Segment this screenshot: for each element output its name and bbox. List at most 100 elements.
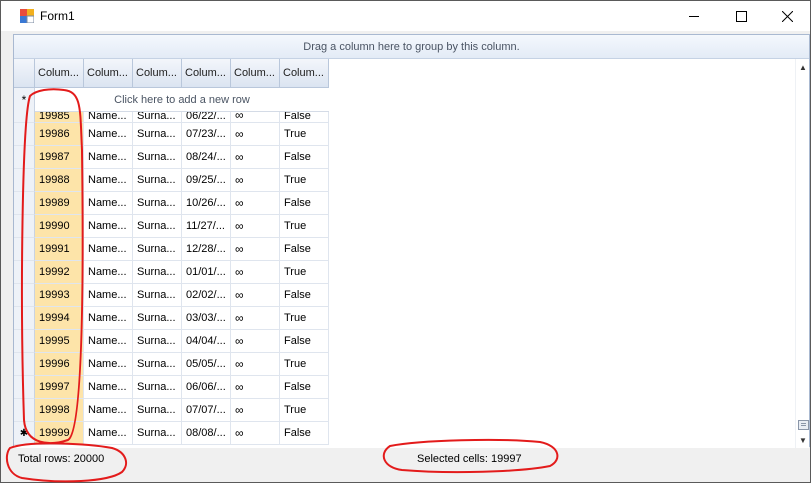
table-cell[interactable]: Name... [84, 215, 133, 238]
table-cell[interactable]: ∞ [231, 192, 280, 215]
table-cell[interactable]: 02/02/... [182, 284, 231, 307]
row-indicator[interactable] [14, 261, 35, 284]
table-cell[interactable]: 03/03/... [182, 307, 231, 330]
table-cell[interactable]: Surna... [133, 238, 182, 261]
table-cell[interactable]: False [280, 146, 329, 169]
table-row[interactable]: 19998 Name... Surna... 07/07/... ∞ True [14, 399, 329, 422]
table-cell[interactable]: Name... [84, 261, 133, 284]
row-indicator[interactable] [14, 146, 35, 169]
table-cell[interactable]: False [280, 192, 329, 215]
table-cell[interactable]: Surna... [133, 422, 182, 445]
scroll-down-arrow-icon[interactable]: ▼ [796, 432, 810, 448]
row-indicator[interactable] [14, 192, 35, 215]
table-cell[interactable]: 19995 [35, 330, 84, 353]
table-cell[interactable]: 12/28/... [182, 238, 231, 261]
table-cell[interactable]: ∞ [231, 261, 280, 284]
row-indicator[interactable] [14, 330, 35, 353]
table-cell[interactable]: Surna... [133, 330, 182, 353]
table-cell[interactable]: ∞ [231, 376, 280, 399]
table-cell[interactable]: False [280, 284, 329, 307]
column-header[interactable]: Colum... [231, 59, 280, 88]
row-indicator[interactable] [14, 353, 35, 376]
table-cell[interactable]: True [280, 307, 329, 330]
table-cell[interactable]: True [280, 261, 329, 284]
table-cell[interactable]: Name... [84, 330, 133, 353]
table-cell[interactable]: Surna... [133, 146, 182, 169]
row-indicator[interactable] [14, 238, 35, 261]
table-cell[interactable]: 07/23/... [182, 123, 231, 146]
table-cell[interactable]: 19987 [35, 146, 84, 169]
table-cell[interactable]: Name... [84, 399, 133, 422]
table-row[interactable]: 19986 Name... Surna... 07/23/... ∞ True [14, 123, 329, 146]
table-cell[interactable]: 19989 [35, 192, 84, 215]
table-cell[interactable]: Name... [84, 169, 133, 192]
row-indicator[interactable] [14, 123, 35, 146]
table-cell[interactable]: False [280, 112, 329, 123]
table-row[interactable]: 19992 Name... Surna... 01/01/... ∞ True [14, 261, 329, 284]
table-cell[interactable]: True [280, 123, 329, 146]
table-cell[interactable]: 08/24/... [182, 146, 231, 169]
table-cell[interactable]: Surna... [133, 215, 182, 238]
table-cell[interactable]: Name... [84, 146, 133, 169]
table-cell[interactable]: Surna... [133, 261, 182, 284]
column-header[interactable]: Colum... [133, 59, 182, 88]
table-row[interactable]: 19985 Name... Surna... 06/22/... ∞ False [14, 112, 329, 123]
table-cell[interactable]: 19991 [35, 238, 84, 261]
table-cell[interactable]: 19988 [35, 169, 84, 192]
table-cell[interactable]: Name... [84, 123, 133, 146]
table-cell[interactable]: ∞ [231, 422, 280, 445]
table-cell[interactable]: Surna... [133, 192, 182, 215]
table-row[interactable]: 19989 Name... Surna... 10/26/... ∞ False [14, 192, 329, 215]
table-cell[interactable]: 19990 [35, 215, 84, 238]
new-row[interactable]: * Click here to add a new row [14, 88, 329, 112]
new-row-prompt[interactable]: Click here to add a new row [35, 88, 329, 111]
table-row[interactable]: 19990 Name... Surna... 11/27/... ∞ True [14, 215, 329, 238]
header-corner[interactable] [14, 59, 35, 88]
row-indicator[interactable] [14, 112, 35, 123]
table-row[interactable]: 19988 Name... Surna... 09/25/... ∞ True [14, 169, 329, 192]
table-cell[interactable]: ∞ [231, 307, 280, 330]
table-cell[interactable]: Surna... [133, 399, 182, 422]
close-button[interactable] [764, 1, 810, 31]
table-row[interactable]: 19995 Name... Surna... 04/04/... ∞ False [14, 330, 329, 353]
table-cell[interactable]: 19998 [35, 399, 84, 422]
table-cell[interactable]: Surna... [133, 353, 182, 376]
table-row[interactable]: 19996 Name... Surna... 05/05/... ∞ True [14, 353, 329, 376]
table-row[interactable]: 19997 Name... Surna... 06/06/... ∞ False [14, 376, 329, 399]
table-row[interactable]: ✱ 19999 Name... Surna... 08/08/... ∞ False [14, 422, 329, 445]
column-header[interactable]: Colum... [35, 59, 84, 88]
table-cell[interactable]: 07/07/... [182, 399, 231, 422]
table-cell[interactable]: 19993 [35, 284, 84, 307]
table-cell[interactable]: False [280, 376, 329, 399]
table-cell[interactable]: Surna... [133, 284, 182, 307]
table-cell[interactable]: Name... [84, 353, 133, 376]
table-cell[interactable]: 05/05/... [182, 353, 231, 376]
table-cell[interactable]: 19992 [35, 261, 84, 284]
table-cell[interactable]: Surna... [133, 123, 182, 146]
title-bar[interactable]: Form1 [1, 1, 810, 31]
table-cell[interactable]: 10/26/... [182, 192, 231, 215]
row-indicator[interactable] [14, 215, 35, 238]
table-cell[interactable]: Name... [84, 192, 133, 215]
table-cell[interactable]: Surna... [133, 376, 182, 399]
table-cell[interactable]: True [280, 169, 329, 192]
data-grid[interactable]: Drag a column here to group by this colu… [13, 34, 810, 448]
table-cell[interactable]: ∞ [231, 238, 280, 261]
table-cell[interactable]: ∞ [231, 215, 280, 238]
table-cell[interactable]: ∞ [231, 330, 280, 353]
table-cell[interactable]: ∞ [231, 399, 280, 422]
table-cell[interactable]: ∞ [231, 123, 280, 146]
row-indicator[interactable]: ✱ [14, 422, 35, 445]
table-cell[interactable]: False [280, 238, 329, 261]
table-cell[interactable]: ∞ [231, 112, 280, 123]
table-cell[interactable]: Name... [84, 284, 133, 307]
minimize-button[interactable] [671, 1, 717, 31]
table-cell[interactable]: Name... [84, 376, 133, 399]
row-indicator[interactable] [14, 284, 35, 307]
table-cell[interactable]: Name... [84, 112, 133, 123]
table-cell[interactable]: 09/25/... [182, 169, 231, 192]
table-cell[interactable]: True [280, 353, 329, 376]
table-cell[interactable]: 11/27/... [182, 215, 231, 238]
table-cell[interactable]: 19996 [35, 353, 84, 376]
column-header[interactable]: Colum... [182, 59, 231, 88]
